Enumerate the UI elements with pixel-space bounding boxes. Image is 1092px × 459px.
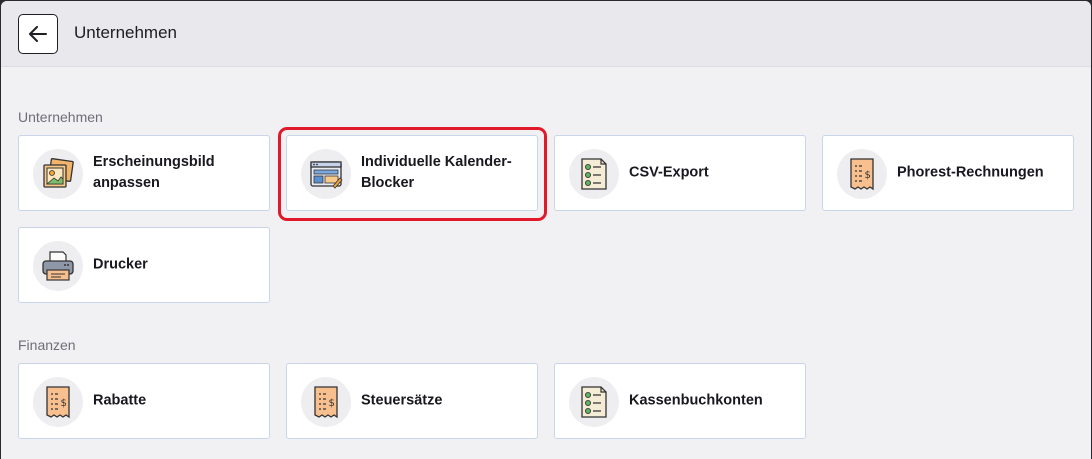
card-kassenbuchkonten[interactable]: Kassenbuchkonten	[554, 363, 806, 439]
arrow-left-icon	[29, 26, 47, 42]
checklist-icon	[569, 149, 619, 199]
card-rabatte[interactable]: $ Rabatte	[18, 363, 270, 439]
printer-icon	[33, 241, 83, 291]
card-label: Erscheinungsbild anpassen	[93, 154, 215, 191]
card-csv-export[interactable]: CSV-Export	[554, 135, 806, 211]
svg-text:$: $	[865, 170, 871, 181]
receipt-icon: $	[837, 149, 887, 199]
picture-icon	[33, 149, 83, 199]
card-drucker[interactable]: Drucker	[18, 227, 270, 303]
section-title-finanzen: Finanzen	[18, 337, 76, 353]
card-kalender-blocker[interactable]: Individuelle Kalender-Blocker	[286, 135, 538, 211]
card-phorest-rechnungen[interactable]: $ Phorest-Rechnungen	[822, 135, 1074, 211]
card-erscheinungsbild[interactable]: Erscheinungsbild anpassen	[18, 135, 270, 211]
page-header: Unternehmen	[1, 1, 1091, 67]
card-label: CSV-Export	[629, 164, 709, 181]
page-title: Unternehmen	[74, 23, 178, 42]
section-title-unternehmen: Unternehmen	[18, 109, 103, 125]
card-steuersaetze[interactable]: $ Steuersätze	[286, 363, 538, 439]
svg-text:$: $	[329, 398, 335, 409]
checklist-icon	[569, 377, 619, 427]
settings-window: Unternehmen Unternehmen Erscheinungsbild…	[1, 1, 1091, 459]
calendar-window-icon	[301, 149, 351, 199]
svg-text:$: $	[61, 398, 67, 409]
back-button[interactable]	[18, 14, 58, 54]
card-label: Steuersätze	[361, 392, 443, 409]
card-label: Phorest-Rechnungen	[897, 164, 1044, 181]
card-label: Rabatte	[93, 392, 147, 409]
receipt-icon: $	[33, 377, 83, 427]
card-label: Individuelle Kalender-Blocker	[361, 154, 512, 191]
card-label: Kassenbuchkonten	[629, 392, 763, 409]
card-label: Drucker	[93, 256, 148, 273]
receipt-icon: $	[301, 377, 351, 427]
